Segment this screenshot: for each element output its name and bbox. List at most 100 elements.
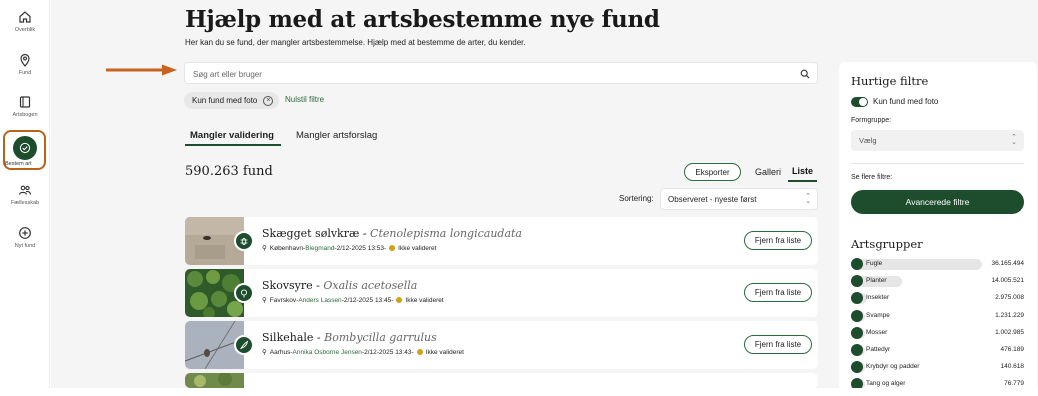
validation-status: Ikke valideret — [398, 244, 437, 252]
species-group-row[interactable]: Planter 14.005.521 — [851, 275, 1024, 288]
remove-from-list-button[interactable]: Fjern fra liste — [744, 335, 812, 354]
formgruppe-value: Vælg — [859, 136, 877, 145]
search-input[interactable] — [193, 67, 773, 81]
group-name: Tang og alger — [866, 380, 906, 388]
sort-value: Observeret - nyeste først — [668, 195, 757, 204]
location-pin-icon: ⚲ — [262, 245, 267, 252]
active-tab-indicator — [185, 144, 281, 146]
common-name: Silkehale — [262, 331, 314, 344]
nav-item-nyt-fund[interactable]: Nyt fund — [0, 226, 50, 249]
observation-meta: ⚲ Aarhus - Annika Osborne Jensen - 2/12-… — [262, 348, 464, 357]
search-icon[interactable] — [800, 69, 810, 79]
species-group-row[interactable]: Fugle 36.165.494 — [851, 258, 1024, 270]
more-filters-label: Se flere filtre: — [851, 174, 893, 181]
scientific-name: Ctenolepisma longicaudata — [370, 227, 522, 240]
user-link[interactable]: Anders Lassen — [298, 297, 341, 304]
species-name[interactable]: Silkehale - Bombycilla garrulus — [262, 331, 437, 344]
nav-item-overblik[interactable]: Overblik — [0, 10, 50, 33]
validation-status: Ikke valideret — [425, 348, 464, 356]
side-nav: Overblik Fund Artsbogen Bestem art Fælle… — [0, 0, 50, 396]
scientific-name: Bombycilla garrulus — [324, 331, 437, 344]
location-pin-icon: ⚲ — [262, 349, 267, 356]
nav-item-artsbogen[interactable]: Artsbogen — [0, 95, 50, 118]
moss-icon — [851, 326, 863, 339]
sort-select[interactable]: Observeret - nyeste først ⌃ ⌄ — [660, 188, 818, 210]
group-count: 140.618 — [1000, 363, 1025, 371]
bird-icon — [851, 258, 863, 270]
observation-meta: ⚲ Favrskov - Anders Lassen - 2/12-2025 1… — [262, 296, 444, 305]
nav-label: Overblik — [14, 27, 36, 33]
location: København — [269, 244, 304, 252]
species-group-row[interactable]: Insekter 2.975.008 — [851, 292, 1024, 305]
nav-item-bestem-art[interactable]: Bestem art — [3, 130, 46, 170]
observation-photo[interactable] — [185, 373, 244, 388]
view-list-toggle[interactable]: Liste — [792, 166, 813, 176]
help-icon[interactable]: ? — [590, 17, 594, 26]
group-name: Svampe — [866, 311, 890, 319]
user-link[interactable]: Annika Osborne Jensen — [293, 349, 362, 356]
people-icon — [18, 185, 32, 195]
group-name: Pattedyr — [866, 346, 891, 353]
group-count: 1.002.985 — [995, 328, 1024, 336]
scientific-name: Oxalis acetosella — [323, 279, 418, 292]
select-chevron-icon: ⌃ ⌄ — [805, 193, 811, 205]
species-group-row[interactable]: Krybdyr og padder 140.618 — [851, 361, 1025, 374]
location-pin-icon: ⚲ — [262, 297, 267, 304]
photo-only-toggle[interactable] — [851, 97, 868, 107]
common-name: Skægget sølvkræ — [262, 227, 360, 240]
name-separator: - — [312, 279, 324, 292]
export-button[interactable]: Eksporter — [684, 163, 741, 181]
group-count: 36.165.494 — [991, 260, 1024, 267]
result-count: 590.263 fund — [185, 164, 273, 179]
formgruppe-select[interactable]: Vælg ⌃ ⌄ — [851, 130, 1024, 151]
tab-mangler-artsforslag[interactable]: Mangler artsforslag — [296, 130, 377, 141]
name-separator: - — [359, 227, 371, 240]
remove-filter-icon[interactable]: × — [263, 95, 274, 106]
divider — [851, 163, 1024, 164]
search-bar — [184, 62, 818, 84]
mushroom-icon — [851, 309, 863, 322]
book-icon — [19, 96, 31, 108]
observation-date: 2/12-2025 13:45 — [343, 296, 392, 304]
active-filter-chip[interactable]: Kun fund med foto × — [184, 92, 280, 109]
observation-card[interactable]: Silkehale - Bombycilla garrulus ⚲ Aarhus… — [185, 321, 818, 369]
nav-item-faellesskab[interactable]: Fællesskab — [0, 183, 50, 206]
tab-mangler-validering[interactable]: Mangler validering — [190, 130, 274, 141]
user-link[interactable]: Blegmand — [305, 245, 334, 252]
meta-separator: - — [384, 244, 387, 252]
group-count: 2.975.008 — [995, 294, 1024, 302]
group-name: Fugle — [866, 260, 883, 267]
select-chevron-icon: ⌃ ⌄ — [1011, 134, 1017, 146]
mammal-icon — [851, 344, 863, 356]
group-name: Planter — [866, 277, 887, 285]
advanced-filters-button[interactable]: Avancerede filtre — [851, 190, 1024, 214]
remove-from-list-button[interactable]: Fjern fra liste — [744, 231, 812, 250]
nav-label: Bestem art — [5, 161, 32, 167]
species-group-row[interactable]: Pattedyr 476.189 — [851, 344, 1024, 356]
species-group-row[interactable]: Mosser 1.002.985 — [851, 326, 1024, 339]
observation-card[interactable]: Skægget sølvkræ - Ctenolepisma longicaud… — [185, 217, 818, 265]
observation-card[interactable] — [185, 373, 818, 388]
toggle-label: Kun fund med foto — [873, 97, 939, 106]
page-subtitle: Her kan du se fund, der mangler artsbest… — [185, 38, 526, 47]
nav-label: Fællesskab — [10, 200, 40, 206]
nav-label: Nyt fund — [14, 243, 36, 249]
plus-circle-icon — [19, 227, 31, 239]
location: Aarhus — [269, 348, 291, 356]
species-groups-title: Artsgrupper — [851, 237, 923, 251]
name-separator: - — [313, 331, 325, 344]
group-count: 14.005.521 — [991, 277, 1024, 285]
status-dot-icon — [389, 245, 396, 251]
group-name: Krybdyr og padder — [866, 363, 920, 371]
chip-label: Kun fund med foto — [192, 96, 258, 105]
feather-icon — [234, 335, 254, 355]
nav-item-fund[interactable]: Fund — [0, 53, 50, 76]
page-title: Hjælp med at artsbestemme nye fund — [185, 6, 660, 33]
species-name[interactable]: Skovsyre - Oxalis acetosella — [262, 279, 417, 292]
observation-card[interactable]: Skovsyre - Oxalis acetosella ⚲ Favrskov … — [185, 269, 818, 317]
reset-filters-link[interactable]: Nulstil filtre — [285, 95, 324, 104]
species-group-row[interactable]: Svampe 1.231.229 — [851, 309, 1024, 322]
remove-from-list-button[interactable]: Fjern fra liste — [744, 283, 812, 302]
species-name[interactable]: Skægget sølvkræ - Ctenolepisma longicaud… — [262, 227, 522, 240]
view-gallery-toggle[interactable]: Galleri — [755, 167, 781, 177]
